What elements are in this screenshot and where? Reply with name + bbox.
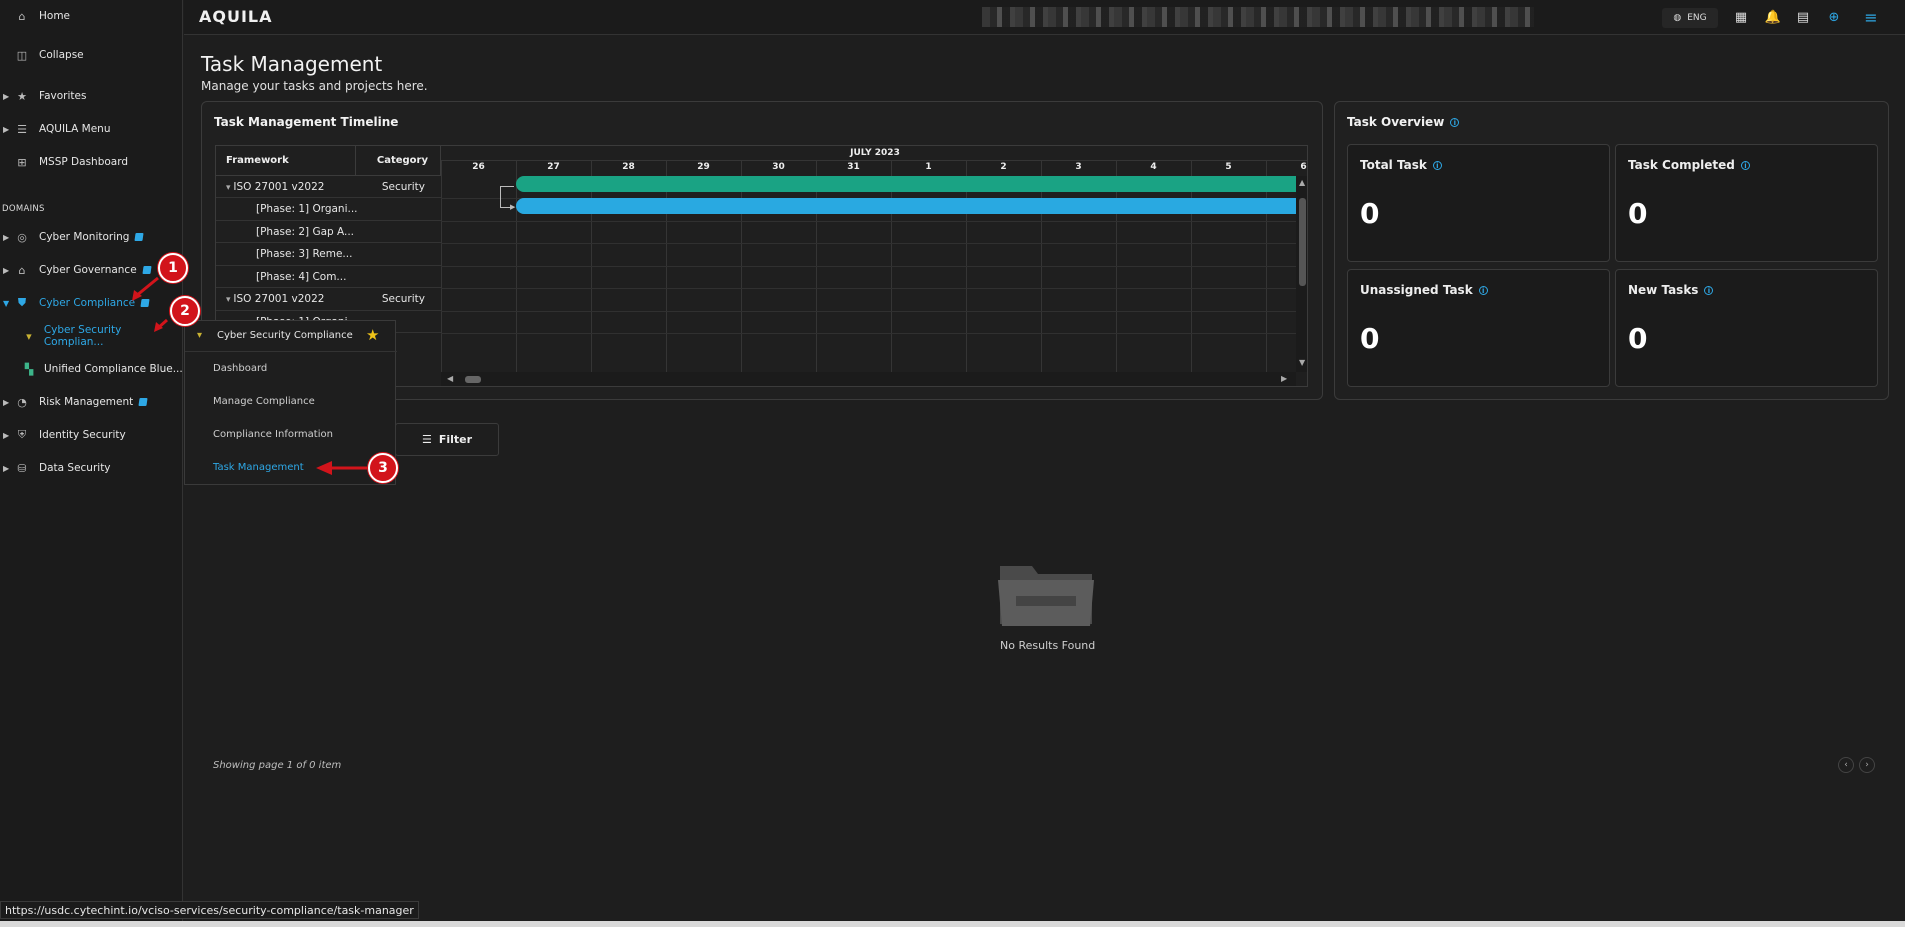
callout-badge-2: 2 — [170, 296, 200, 326]
callout-badge-3: 3 — [368, 453, 398, 483]
callout-arrowhead-3 — [316, 461, 332, 475]
annotation-layer — [132, 276, 367, 475]
callout-badge-1: 1 — [158, 253, 188, 283]
callout-arrow-1 — [135, 276, 159, 298]
